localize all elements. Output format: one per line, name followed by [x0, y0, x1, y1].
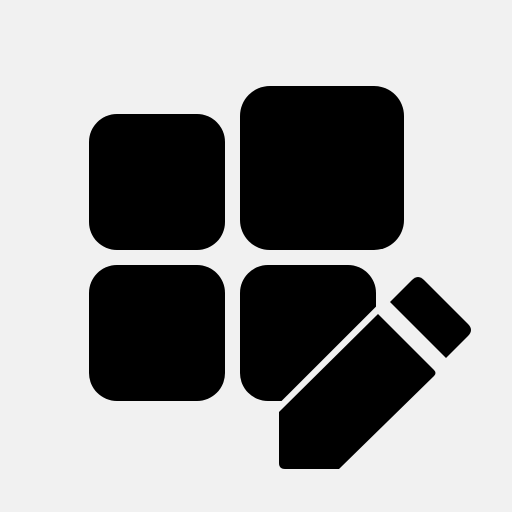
grid-tile-bottom-left: [89, 265, 225, 401]
edit-grid-icon: [89, 86, 471, 469]
grid-tile-top-left: [89, 114, 225, 250]
icon-canvas: [0, 0, 512, 512]
grid-tile-top-right: [240, 86, 404, 250]
